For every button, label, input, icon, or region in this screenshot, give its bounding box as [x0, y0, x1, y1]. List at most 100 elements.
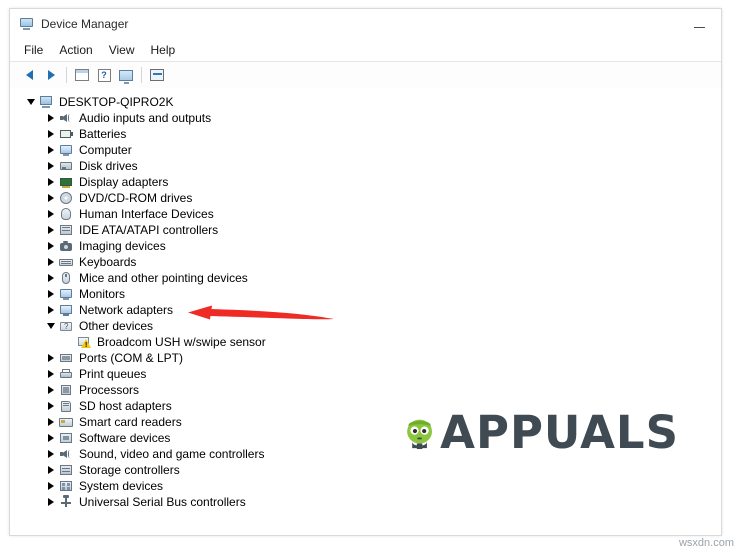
minimize-button[interactable]: [677, 9, 721, 39]
keyboard-icon: [58, 254, 74, 270]
tree-item-label: Display adapters: [79, 175, 169, 189]
chevron-right-icon[interactable]: [44, 382, 58, 398]
tree-item-monitors[interactable]: Monitors: [10, 286, 721, 302]
chevron-right-icon[interactable]: [44, 142, 58, 158]
arrow-right-icon: [47, 70, 55, 80]
chevron-right-icon[interactable]: [44, 254, 58, 270]
tree-item-label: Universal Serial Bus controllers: [79, 495, 246, 509]
chevron-right-icon[interactable]: [44, 110, 58, 126]
scan-icon: [150, 69, 164, 81]
chevron-right-icon[interactable]: [44, 350, 58, 366]
tree-item-human-interface-devices[interactable]: Human Interface Devices: [10, 206, 721, 222]
tree-item-network-adapters[interactable]: Network adapters: [10, 302, 721, 318]
system-device-icon: [58, 478, 74, 494]
sound-controller-icon: [58, 446, 74, 462]
usb-controller-icon: [58, 494, 74, 510]
chevron-right-icon[interactable]: [44, 494, 58, 510]
chevron-down-icon[interactable]: [44, 318, 58, 334]
appuals-mascot-icon: [407, 419, 432, 450]
tree-item-label: IDE ATA/ATAPI controllers: [79, 223, 219, 237]
tree-item-label: Keyboards: [79, 255, 137, 269]
tree-item-broadcom-ush[interactable]: ! Broadcom USH w/swipe sensor: [10, 334, 721, 350]
chevron-right-icon[interactable]: [44, 302, 58, 318]
chevron-right-icon[interactable]: [44, 446, 58, 462]
tree-item-label: Monitors: [79, 287, 126, 301]
tree-item-imaging-devices[interactable]: Imaging devices: [10, 238, 721, 254]
scan-hardware-changes-button[interactable]: [146, 65, 168, 85]
monitor-icon: [58, 286, 74, 302]
tree-item-dvd-cd-rom-drives[interactable]: DVD/CD-ROM drives: [10, 190, 721, 206]
chevron-right-icon[interactable]: [44, 174, 58, 190]
tree-item-label: Processors: [79, 383, 140, 397]
chevron-right-icon[interactable]: [44, 206, 58, 222]
tree-item-display-adapters[interactable]: Display adapters: [10, 174, 721, 190]
tree-item-label: Audio inputs and outputs: [79, 111, 212, 125]
menu-bar: File Action View Help: [10, 39, 721, 62]
smart-card-reader-icon: [58, 414, 74, 430]
printer-icon: [58, 366, 74, 382]
tree-item-other-devices[interactable]: ? Other devices: [10, 318, 721, 334]
tree-root-node[interactable]: DESKTOP-QIPRO2K: [10, 94, 721, 110]
properties-button[interactable]: ?: [93, 65, 115, 85]
chevron-right-icon[interactable]: [44, 158, 58, 174]
tree-item-label: Ports (COM & LPT): [79, 351, 184, 365]
imaging-device-icon: [58, 238, 74, 254]
chevron-right-icon[interactable]: [44, 430, 58, 446]
dvd-drive-icon: [58, 190, 74, 206]
toolbar-separator-2: [141, 67, 142, 83]
chevron-right-icon[interactable]: [44, 190, 58, 206]
computer-node-icon: [58, 142, 74, 158]
tree-item-print-queues[interactable]: Print queues: [10, 366, 721, 382]
chevron-down-icon[interactable]: [24, 94, 38, 110]
chevron-right-icon[interactable]: [44, 222, 58, 238]
chevron-right-icon[interactable]: [44, 414, 58, 430]
chevron-right-icon[interactable]: [44, 126, 58, 142]
tree-item-ide-ata-atapi-controllers[interactable]: IDE ATA/ATAPI controllers: [10, 222, 721, 238]
tree-item-label: SD host adapters: [79, 399, 172, 413]
tree-item-label: Human Interface Devices: [79, 207, 214, 221]
tree-item-batteries[interactable]: Batteries: [10, 126, 721, 142]
tree-item-label: Broadcom USH w/swipe sensor: [97, 335, 266, 349]
forward-button[interactable]: [40, 65, 62, 85]
chevron-right-icon[interactable]: [44, 366, 58, 382]
menu-help[interactable]: Help: [143, 41, 184, 59]
tree-item-system-devices[interactable]: System devices: [10, 478, 721, 494]
menu-file[interactable]: File: [16, 41, 51, 59]
back-button[interactable]: [18, 65, 40, 85]
menu-view[interactable]: View: [101, 41, 143, 59]
tree-item-disk-drives[interactable]: Disk drives: [10, 158, 721, 174]
tree-item-label: Smart card readers: [79, 415, 182, 429]
disk-drive-icon: [58, 158, 74, 174]
chevron-right-icon[interactable]: [44, 478, 58, 494]
sd-host-adapter-icon: [58, 398, 74, 414]
tree-item-label: Sound, video and game controllers: [79, 447, 265, 461]
tree-item-keyboards[interactable]: Keyboards: [10, 254, 721, 270]
update-driver-button[interactable]: [115, 65, 137, 85]
appuals-watermark: APPUALS: [403, 394, 679, 470]
title-bar: Device Manager: [10, 9, 721, 39]
tree-item-mice-and-other-pointing-devices[interactable]: Mice and other pointing devices: [10, 270, 721, 286]
device-manager-icon: [19, 16, 35, 32]
chevron-right-icon[interactable]: [44, 238, 58, 254]
chevron-right-icon[interactable]: [44, 270, 58, 286]
other-devices-icon: ?: [58, 318, 74, 334]
tree-item-universal-serial-bus-controllers[interactable]: Universal Serial Bus controllers: [10, 494, 721, 510]
tree-item-ports-com-lpt[interactable]: Ports (COM & LPT): [10, 350, 721, 366]
tree-item-label: DVD/CD-ROM drives: [79, 191, 193, 205]
tree-item-label: Other devices: [79, 319, 154, 333]
tree-item-audio-inputs-and-outputs[interactable]: Audio inputs and outputs: [10, 110, 721, 126]
show-hide-console-tree-button[interactable]: [71, 65, 93, 85]
chevron-right-icon[interactable]: [44, 286, 58, 302]
ide-controller-icon: [58, 222, 74, 238]
hid-icon: [58, 206, 74, 222]
port-icon: [58, 350, 74, 366]
tree-item-label: Mice and other pointing devices: [79, 271, 248, 285]
chevron-right-icon[interactable]: [44, 462, 58, 478]
tree-item-computer[interactable]: Computer: [10, 142, 721, 158]
menu-action[interactable]: Action: [51, 41, 100, 59]
computer-icon: [38, 94, 54, 110]
properties-icon: ?: [97, 68, 111, 82]
battery-icon: [58, 126, 74, 142]
chevron-right-icon[interactable]: [44, 398, 58, 414]
processor-icon: [58, 382, 74, 398]
